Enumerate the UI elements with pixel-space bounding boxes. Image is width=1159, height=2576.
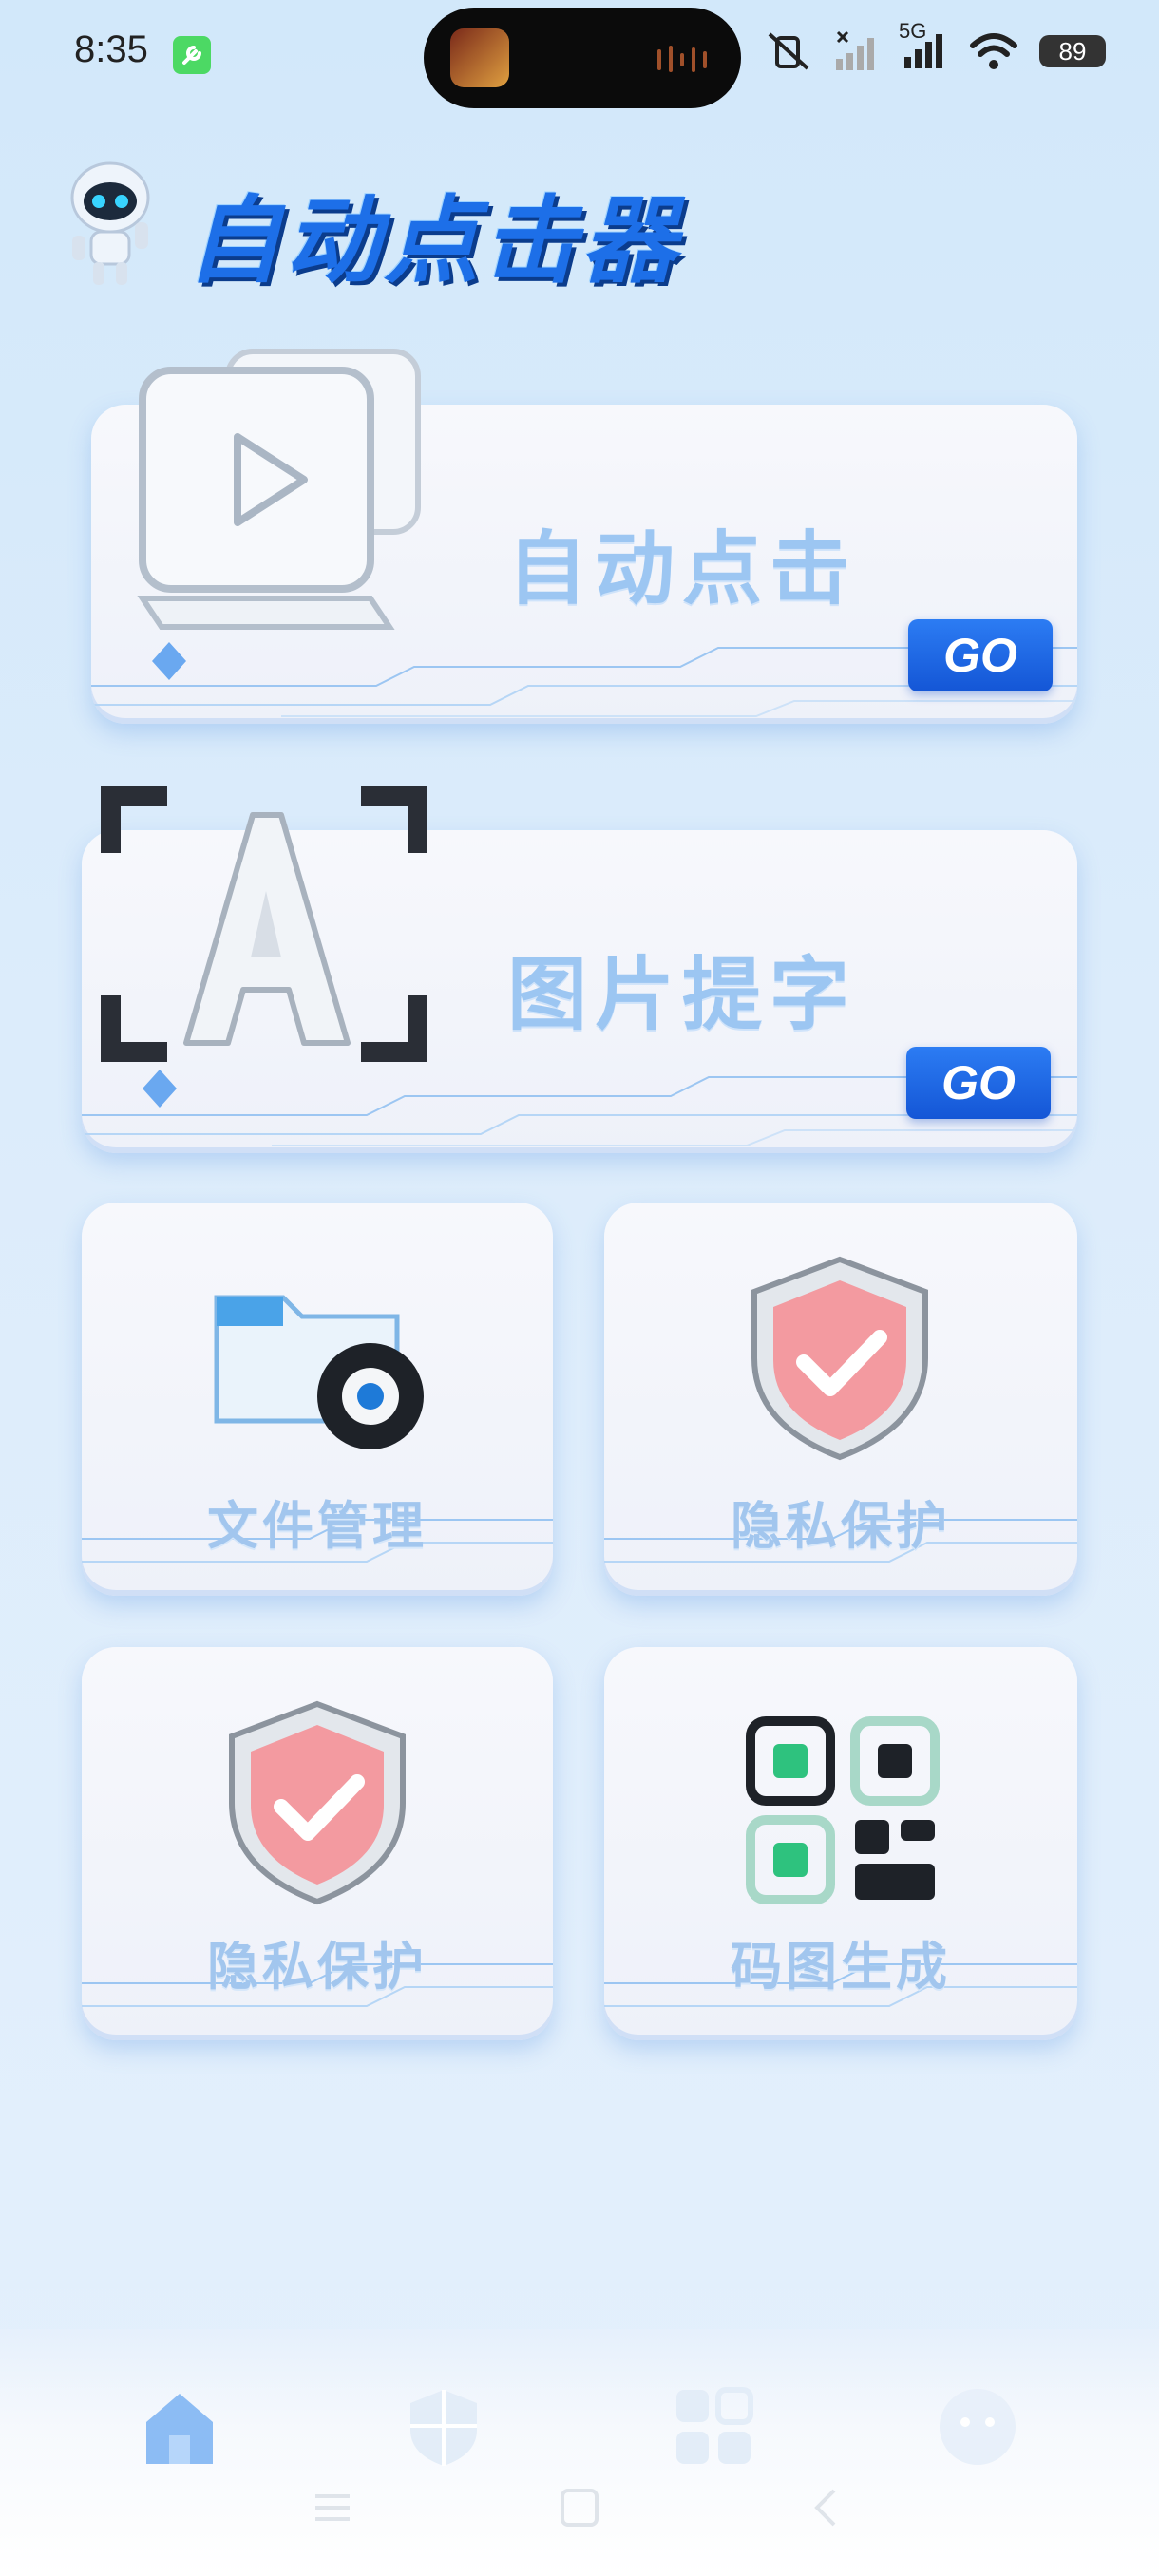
folder-gear-icon [214,1295,424,1449]
image-text-title: 图片提字 [507,947,858,1041]
diamond-icon [142,1070,177,1108]
dynamic-island[interactable] [424,8,741,108]
file-manage-card[interactable]: 文件管理 [82,1203,553,1596]
qr-generate-title: 码图生成 [731,1936,951,1997]
image-text-go-button[interactable]: GO [906,1047,1051,1119]
home-icon[interactable] [137,2384,222,2470]
grid-icon[interactable] [671,2384,756,2470]
status-time: 8:35 [74,28,148,70]
auto-click-title: 自动点击 [507,521,858,616]
shield-check-icon [751,1256,928,1461]
status-bar: 8:35 5G 89 [0,0,1159,108]
privacy-title-1: 隐私保护 [731,1495,951,1556]
privacy-card-1[interactable]: 隐私保护 [604,1203,1077,1596]
shield-check-icon [229,1700,406,1905]
text-recognition-icon [101,786,428,1062]
file-manage-title: 文件管理 [207,1495,428,1556]
face-icon[interactable] [935,2384,1020,2470]
back-icon[interactable] [798,2479,855,2536]
menu-icon[interactable] [304,2479,361,2536]
battery-indicator: 89 [1039,35,1106,67]
home-square-icon[interactable] [551,2479,608,2536]
qr-code-icon [746,1716,940,1904]
privacy-title-2: 隐私保护 [207,1936,428,1997]
wifi-icon [970,33,1017,69]
shield-icon[interactable] [401,2384,486,2470]
play-video-icon [137,349,421,630]
network-type-label: 5G [899,19,927,43]
audio-wave-icon [657,46,707,72]
wrench-icon [173,36,211,74]
robot-mascot-icon [70,161,150,285]
mute-vibrate-icon [768,32,809,70]
qr-generate-card[interactable]: 码图生成 [604,1647,1077,2040]
game-app-icon [450,28,509,87]
signal-1-icon [836,30,874,70]
auto-click-go-button[interactable]: GO [908,619,1053,691]
status-icons: 5G 89 [766,19,1106,74]
app-title: 自动点击器 [186,185,680,296]
privacy-card-2[interactable]: 隐私保护 [82,1647,553,2040]
